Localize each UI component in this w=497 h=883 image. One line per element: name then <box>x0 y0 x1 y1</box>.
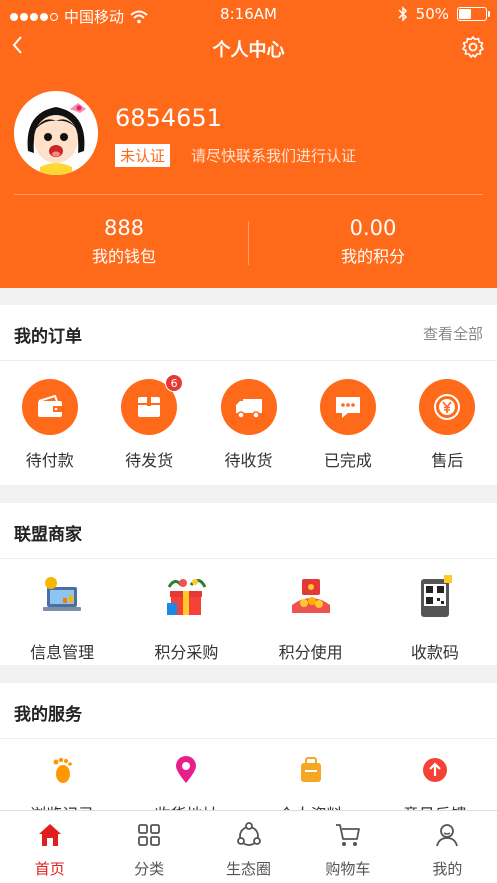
merchant-label: 积分采购 <box>154 643 219 662</box>
box-icon <box>138 397 161 417</box>
service-label: 浏览记录 <box>0 801 124 810</box>
tab-label: 分类 <box>134 860 165 878</box>
page-title: 个人中心 <box>212 40 285 61</box>
cartoon-girl-avatar-icon <box>14 91 98 175</box>
home-icon <box>38 824 61 846</box>
merchant-payment-code[interactable]: 收款码 <box>373 559 497 663</box>
merchant-points-use[interactable]: 积分使用 <box>249 559 373 663</box>
orders-title: 我的订单 <box>14 327 82 347</box>
footprint-icon <box>53 757 72 783</box>
chat-icon <box>335 397 360 418</box>
orders-card: 我的订单 查看全部 待付款 6 待发货 待收货 已完成 售后 <box>0 305 497 485</box>
merchant-info-management[interactable]: 信息管理 <box>0 559 124 663</box>
divider <box>14 194 483 195</box>
service-row: 浏览记录 收货地址 个人资料 意见反馈 <box>0 739 497 810</box>
points-stat[interactable]: 0.00 我的积分 <box>249 216 497 267</box>
order-label: 售后 <box>431 451 464 470</box>
qr-code-icon <box>420 575 452 617</box>
tab-cart[interactable]: 购物车 <box>298 811 397 883</box>
view-all-orders-link[interactable]: 查看全部 <box>423 323 483 344</box>
verify-tip: 请尽快联系我们进行认证 <box>191 147 357 165</box>
order-icon-circle: 6 <box>121 374 184 435</box>
service-label: 收货地址 <box>124 801 248 810</box>
settings-button[interactable] <box>461 35 487 61</box>
services-header: 我的服务 <box>0 683 497 739</box>
tab-mine[interactable]: 我的 <box>398 811 497 883</box>
red-packet-icon <box>291 579 330 613</box>
pending-shipment-count-badge: 6 <box>165 374 184 392</box>
order-after-sales[interactable]: 售后 <box>398 361 497 471</box>
circle-network-icon <box>236 822 261 846</box>
truck-icon <box>235 399 262 419</box>
order-completed[interactable]: 已完成 <box>298 361 397 471</box>
order-pending-shipment[interactable]: 6 待发货 <box>99 361 198 471</box>
briefcase-icon <box>300 757 321 782</box>
service-shipping-address[interactable]: 收货地址 <box>124 739 248 810</box>
battery-percent: 50% <box>415 5 449 23</box>
points-label: 我的积分 <box>340 247 405 266</box>
username: 6854651 <box>115 104 222 132</box>
service-personal-info[interactable]: 个人资料 <box>249 739 373 810</box>
order-icon-circle <box>220 379 277 435</box>
order-label: 待付款 <box>25 451 74 470</box>
order-icon-circle <box>419 379 476 435</box>
tab-label: 首页 <box>34 860 65 878</box>
tab-home[interactable]: 首页 <box>0 811 99 883</box>
merchant-label: 积分使用 <box>278 643 343 662</box>
merchants-card: 联盟商家 信息管理 积分采购 积分使用 收款码 <box>0 503 497 665</box>
merchant-label: 信息管理 <box>30 643 95 662</box>
avatar[interactable] <box>14 91 98 175</box>
merchants-header: 联盟商家 <box>0 503 497 559</box>
merchant-row: 信息管理 积分采购 积分使用 收款码 <box>0 559 497 663</box>
location-pin-icon <box>176 756 197 783</box>
order-pending-receipt[interactable]: 待收货 <box>199 361 298 471</box>
arrow-up-icon <box>422 758 447 782</box>
user-icon <box>436 824 459 847</box>
service-label: 意见反馈 <box>373 801 497 810</box>
points-value: 0.00 <box>349 216 397 240</box>
tab-label: 我的 <box>432 860 463 878</box>
status-bar: 中国移动 8:16AM 50% <box>0 0 497 30</box>
tab-label: 购物车 <box>325 860 371 878</box>
order-label: 已完成 <box>323 451 372 470</box>
status-right: 50% <box>398 5 490 23</box>
yen-icon <box>434 394 461 420</box>
verify-status-badge: 未认证 <box>115 144 171 167</box>
order-label: 待收货 <box>224 451 273 470</box>
bottom-tab-bar: 首页 分类 生态圈 购物车 我的 <box>0 810 497 883</box>
nav-bar: 个人中心 <box>0 30 497 66</box>
wallet-label: 我的钱包 <box>91 247 156 266</box>
order-icon-circle <box>319 379 376 435</box>
info-management-icon <box>43 577 82 611</box>
gear-icon <box>462 36 484 58</box>
wallet-icon <box>37 394 62 417</box>
orders-header: 我的订单 查看全部 <box>0 305 497 361</box>
order-label: 待发货 <box>125 451 174 470</box>
services-card: 我的服务 浏览记录 收货地址 个人资料 <box>0 683 497 810</box>
merchants-title: 联盟商家 <box>14 525 82 545</box>
order-status-row: 待付款 6 待发货 待收货 已完成 售后 <box>0 361 497 471</box>
service-feedback[interactable]: 意见反馈 <box>373 739 497 810</box>
service-label: 个人资料 <box>249 801 373 810</box>
tab-ecosystem[interactable]: 生态圈 <box>199 811 298 883</box>
tab-label: 生态圈 <box>226 860 272 878</box>
wallet-stat[interactable]: 888 我的钱包 <box>0 216 248 267</box>
gift-icon <box>167 579 207 615</box>
service-browse-history[interactable]: 浏览记录 <box>0 739 124 810</box>
bluetooth-icon <box>398 6 407 22</box>
grid-icon <box>138 824 161 846</box>
services-title: 我的服务 <box>14 705 82 725</box>
tab-category[interactable]: 分类 <box>99 811 198 883</box>
order-pending-payment[interactable]: 待付款 <box>0 361 99 471</box>
merchant-label: 收款码 <box>410 643 459 662</box>
merchant-points-purchase[interactable]: 积分采购 <box>124 559 248 663</box>
profile-header: 6854651 未认证 请尽快联系我们进行认证 888 我的钱包 0.00 我的… <box>0 66 497 288</box>
battery-icon <box>457 7 490 21</box>
cart-icon <box>335 824 360 846</box>
wallet-value: 888 <box>103 216 145 240</box>
order-icon-circle <box>21 379 78 435</box>
